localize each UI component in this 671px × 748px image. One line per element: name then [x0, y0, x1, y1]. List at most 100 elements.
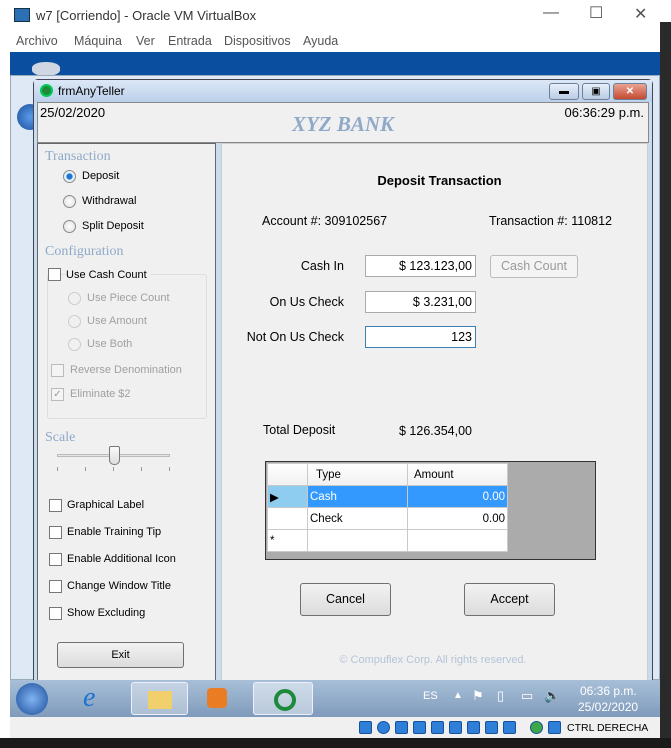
host-title: w7 [Corriendo] - Oracle VM VirtualBox: [36, 8, 257, 23]
show-excluding-checkbox[interactable]: [49, 607, 62, 620]
mouse-integration-icon[interactable]: [530, 721, 543, 734]
menu-entrada[interactable]: Entrada: [168, 34, 212, 48]
accept-button[interactable]: Accept: [464, 583, 555, 616]
exit-button[interactable]: Exit: [57, 642, 184, 668]
use-cash-count-checkbox[interactable]: [48, 268, 61, 281]
scale-section-label: Scale: [45, 430, 76, 445]
audio-icon[interactable]: [395, 721, 408, 734]
menu-ayuda[interactable]: Ayuda: [303, 34, 338, 48]
optical-drive-icon[interactable]: [377, 721, 390, 734]
show-hidden-icons[interactable]: ▲: [453, 690, 463, 701]
radio-withdrawal[interactable]: [63, 195, 76, 208]
display-icon[interactable]: [467, 721, 480, 734]
change-window-title-label[interactable]: Change Window Title: [67, 580, 171, 592]
app-restore-button[interactable]: ▣: [582, 83, 610, 100]
header-panel: 25/02/2020 XYZ BANK 06:36:29 p.m.: [37, 102, 649, 143]
grid-row[interactable]: ▶ Cash 0.00: [267, 485, 508, 508]
eliminate-2-checkbox[interactable]: ✓: [51, 388, 64, 401]
grid-row[interactable]: Check 0.00: [267, 507, 508, 530]
grid-header-amount[interactable]: Amount: [407, 463, 508, 486]
power-icon[interactable]: ▯: [497, 688, 504, 704]
enable-additional-icon-checkbox[interactable]: [49, 553, 62, 566]
app-minimize-button[interactable]: ▬: [549, 83, 579, 100]
cash-in-input[interactable]: $ 123.123,00: [365, 255, 476, 277]
enable-additional-icon-label[interactable]: Enable Additional Icon: [67, 553, 176, 565]
not-on-us-check-input[interactable]: 123: [365, 326, 476, 348]
menu-archivo[interactable]: Archivo: [16, 34, 58, 48]
start-button[interactable]: [16, 683, 48, 715]
reverse-denomination-label: Reverse Denomination: [70, 364, 182, 376]
cancel-button[interactable]: Cancel: [300, 583, 391, 616]
grid-cell-type[interactable]: Check: [307, 507, 408, 530]
hard-disk-icon[interactable]: [359, 721, 372, 734]
keyboard-capture-icon[interactable]: [548, 721, 561, 734]
menu-ver[interactable]: Ver: [136, 34, 155, 48]
anyteller-icon: [274, 689, 296, 711]
app-title: frmAnyTeller: [58, 84, 125, 98]
transaction-heading: Deposit Transaction: [377, 173, 502, 188]
radio-use-both[interactable]: [68, 338, 81, 351]
internet-explorer-icon[interactable]: e: [83, 682, 95, 714]
recycle-bin-icon: [32, 62, 60, 76]
explorer-task-button[interactable]: [131, 682, 188, 715]
menu-dispositivos[interactable]: Dispositivos: [224, 34, 291, 48]
radio-withdrawal-label[interactable]: Withdrawal: [82, 195, 136, 207]
scale-ticks: [57, 467, 170, 471]
use-cash-count-label[interactable]: Use Cash Count: [66, 269, 151, 281]
grid-header-type[interactable]: Type: [307, 463, 408, 486]
app-icon: [40, 84, 53, 97]
language-indicator[interactable]: ES: [423, 690, 438, 702]
cpu-icon[interactable]: [503, 721, 516, 734]
radio-use-amount[interactable]: [68, 315, 81, 328]
grid-cell-type[interactable]: Cash: [307, 485, 408, 508]
grid-cell-amount[interactable]: 0.00: [407, 485, 508, 508]
graphical-label-checkbox[interactable]: [49, 499, 62, 512]
shared-folders-icon[interactable]: [449, 721, 462, 734]
volume-icon[interactable]: 🔈: [544, 688, 560, 704]
reverse-denomination-checkbox[interactable]: [51, 364, 64, 377]
action-center-flag-icon[interactable]: ⚑: [472, 688, 484, 704]
graphical-label-label[interactable]: Graphical Label: [67, 499, 144, 511]
time-label: 06:36:29 p.m.: [564, 105, 645, 120]
on-us-check-label: On Us Check: [269, 295, 344, 309]
media-player-icon[interactable]: [207, 688, 227, 708]
network-icon[interactable]: ▭: [521, 688, 533, 704]
enable-training-tip-checkbox[interactable]: [49, 526, 62, 539]
row-selector[interactable]: [267, 507, 308, 530]
cash-in-label: Cash In: [300, 259, 344, 273]
radio-split-deposit-label[interactable]: Split Deposit: [82, 220, 144, 232]
show-excluding-label[interactable]: Show Excluding: [67, 607, 145, 619]
network-adapter-icon[interactable]: [413, 721, 426, 734]
grid-cell-amount[interactable]: 0.00: [407, 507, 508, 530]
maximize-button[interactable]: ☐: [589, 3, 603, 23]
menu-maquina[interactable]: Máquina: [74, 34, 122, 48]
app-close-button[interactable]: ✕: [613, 83, 647, 100]
radio-deposit[interactable]: [63, 170, 76, 183]
clock-time[interactable]: 06:36 p.m.: [580, 684, 637, 698]
radio-deposit-label[interactable]: Deposit: [82, 170, 119, 182]
close-button[interactable]: ✕: [634, 4, 647, 24]
bank-logo: XYZ BANK: [291, 112, 395, 136]
radio-split-deposit[interactable]: [63, 220, 76, 233]
minimize-button[interactable]: —: [543, 4, 559, 22]
video-capture-icon[interactable]: [485, 721, 498, 734]
host-key-label: CTRL DERECHA: [567, 722, 649, 734]
use-piece-count-label: Use Piece Count: [87, 292, 170, 304]
on-us-check-input[interactable]: $ 3.231,00: [365, 291, 476, 313]
enable-training-tip-label[interactable]: Enable Training Tip: [67, 526, 161, 538]
radio-use-piece-count[interactable]: [68, 292, 81, 305]
account-number: Account #: 309102567: [262, 214, 388, 228]
cash-count-button[interactable]: Cash Count: [490, 255, 578, 278]
row-selector-icon[interactable]: ▶: [267, 485, 308, 508]
scale-slider-thumb[interactable]: [108, 446, 120, 465]
app-titlebar: frmAnyTeller ▬ ▣ ✕: [34, 80, 652, 102]
anyteller-task-button[interactable]: [253, 682, 313, 715]
clock-date[interactable]: 25/02/2020: [578, 700, 638, 714]
virtualbox-icon: [14, 8, 30, 22]
grid-new-row[interactable]: *: [267, 529, 508, 552]
use-amount-label: Use Amount: [87, 315, 147, 327]
host-titlebar: w7 [Corriendo] - Oracle VM VirtualBox — …: [0, 0, 671, 30]
usb-icon[interactable]: [431, 721, 444, 734]
change-window-title-checkbox[interactable]: [49, 580, 62, 593]
use-both-label: Use Both: [87, 338, 133, 350]
